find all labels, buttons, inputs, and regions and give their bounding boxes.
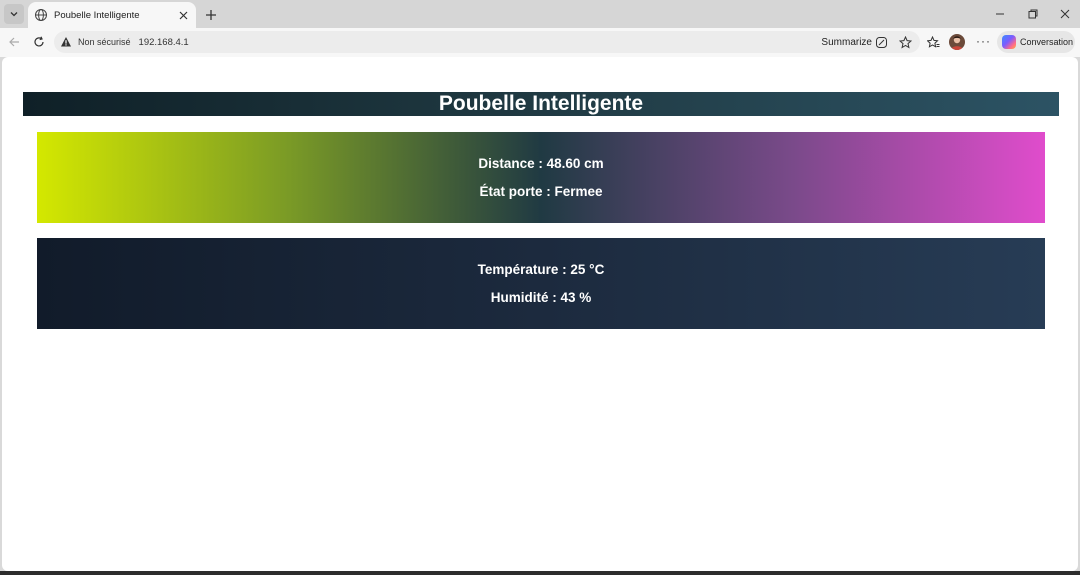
tab-title: Poubelle Intelligente — [54, 9, 140, 21]
globe-icon — [35, 9, 47, 21]
new-tab-button[interactable] — [203, 7, 219, 23]
tab-list-button[interactable] — [4, 4, 24, 24]
restore-icon — [1028, 9, 1038, 19]
page-viewport: Poubelle Intelligente Distance : 48.60 c… — [2, 57, 1078, 571]
page-title: Poubelle Intelligente — [23, 92, 1059, 116]
profile-icon — [951, 36, 963, 50]
minimize-icon — [996, 13, 1004, 15]
close-icon — [1060, 9, 1070, 19]
url-text[interactable]: 192.168.4.1 — [139, 37, 822, 48]
favorite-button[interactable] — [898, 35, 912, 49]
toolbar: Non sécurisé 192.168.4.1 Summarize ··· C… — [0, 28, 1080, 57]
tab-strip: Poubelle Intelligente — [0, 0, 1080, 28]
close-icon — [179, 11, 187, 19]
summarize-label: Summarize — [821, 36, 872, 48]
more-menu-button[interactable]: ··· — [976, 34, 991, 48]
address-bar[interactable]: Non sécurisé 192.168.4.1 Summarize — [54, 31, 920, 53]
plus-icon — [206, 10, 216, 20]
tab-active[interactable]: Poubelle Intelligente — [28, 2, 196, 28]
favorites-button[interactable] — [925, 34, 941, 50]
warning-icon — [61, 37, 71, 47]
summarize-button[interactable]: Summarize — [821, 36, 888, 49]
sensor-card-environment: Température : 25 °C Humidité : 43 % — [37, 238, 1045, 329]
door-state-reading: État porte : Fermee — [479, 184, 603, 199]
tab-close-button[interactable] — [176, 8, 190, 22]
humidity-reading: Humidité : 43 % — [490, 290, 592, 305]
distance-reading: Distance : 48.60 cm — [478, 156, 604, 171]
conversation-button[interactable]: Conversation — [997, 31, 1075, 53]
chevron-down-icon — [10, 12, 18, 17]
minimize-button[interactable] — [992, 6, 1008, 22]
browser-window: Poubelle Intelligente Non sécurisé 192.1… — [0, 0, 1080, 575]
avatar[interactable] — [949, 34, 965, 50]
conversation-label: Conversation — [1020, 37, 1074, 47]
arrow-left-icon — [9, 37, 19, 47]
security-label[interactable]: Non sécurisé — [78, 37, 131, 47]
refresh-button[interactable] — [31, 34, 47, 50]
back-button[interactable] — [6, 34, 22, 50]
star-icon — [898, 35, 912, 49]
temperature-reading: Température : 25 °C — [477, 262, 605, 277]
refresh-icon — [34, 36, 44, 47]
summarize-icon — [876, 36, 887, 48]
copilot-icon — [1002, 35, 1016, 49]
close-window-button[interactable] — [1057, 6, 1073, 22]
sensor-card-bin: Distance : 48.60 cm État porte : Fermee — [37, 132, 1045, 223]
taskbar-edge — [0, 571, 1080, 575]
favorites-star-icon — [926, 35, 939, 48]
restore-button[interactable] — [1025, 6, 1041, 22]
